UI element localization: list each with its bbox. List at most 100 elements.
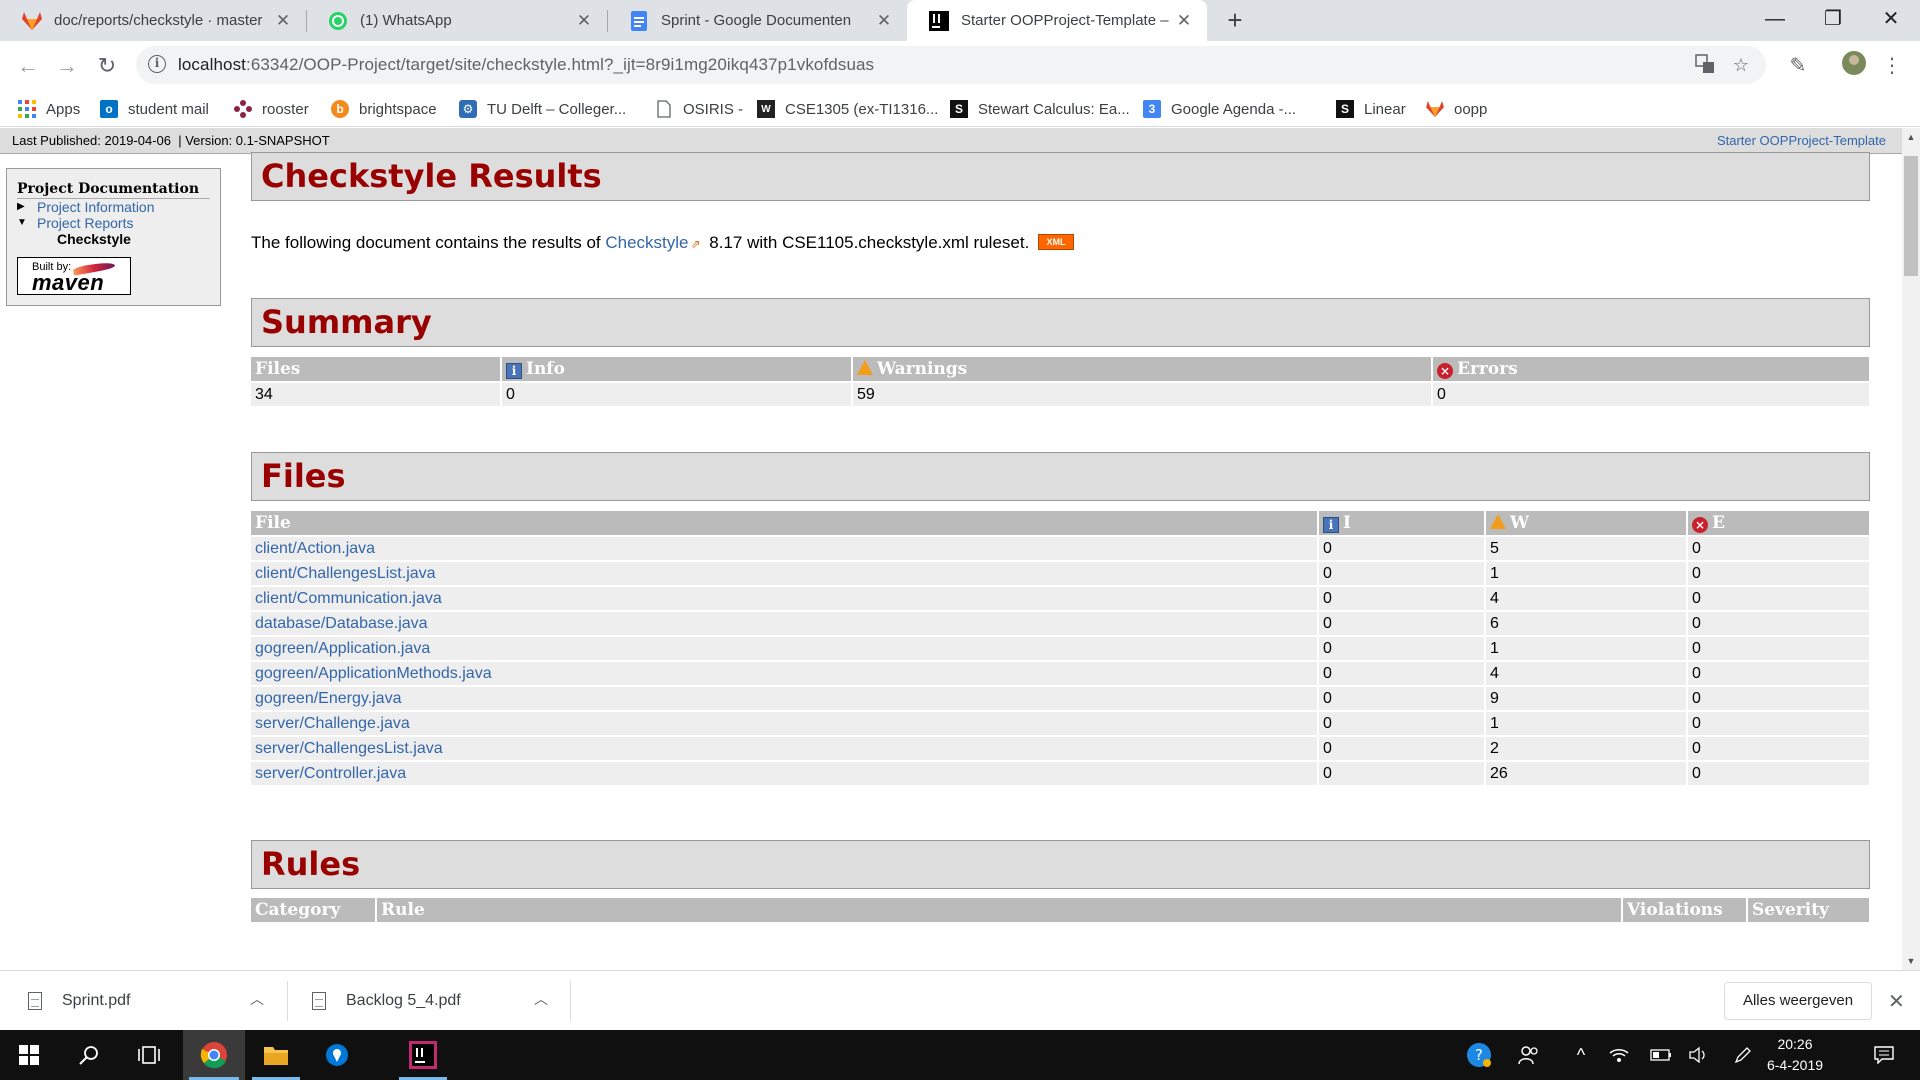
chrome-taskbar-button[interactable] (183, 1030, 245, 1080)
whatsapp-icon (328, 11, 348, 31)
close-icon[interactable]: ✕ (274, 11, 292, 31)
tab-google-docs[interactable]: Sprint - Google Documenten ✕ (607, 0, 907, 41)
scroll-up-icon[interactable]: ▲ (1902, 128, 1920, 146)
brightspace-icon: b (331, 100, 349, 118)
back-button[interactable]: ← (12, 50, 44, 82)
checkstyle-link[interactable]: Checkstyle (605, 233, 688, 252)
file-count-w: 4 (1486, 662, 1686, 685)
file-link[interactable]: database/Database.java (255, 615, 428, 632)
table-row: gogreen/ApplicationMethods.java 0 4 0 (251, 662, 1869, 685)
scroll-down-icon[interactable]: ▼ (1902, 952, 1920, 970)
search-icon[interactable] (60, 1030, 118, 1080)
tab-title: Starter OOPProject-Template – C (961, 12, 1169, 29)
bookmark-tu-delft[interactable]: ⚙ TU Delft – Colleger... (459, 91, 626, 127)
apps-grid-icon (18, 100, 36, 118)
file-link[interactable]: server/Challenge.java (255, 715, 410, 732)
table-row: database/Database.java 0 6 0 (251, 612, 1869, 635)
reload-button[interactable]: ↻ (91, 50, 123, 82)
chevron-up-icon[interactable]: ︿ (250, 989, 264, 1009)
file-count-i: 0 (1319, 537, 1484, 560)
bookmark-oopp[interactable]: oopp (1426, 91, 1487, 127)
nav-item-project-information[interactable]: ▶ Project Information (17, 199, 210, 215)
maximize-button[interactable]: ❐ (1804, 0, 1862, 41)
bookmark-cse1305[interactable]: W CSE1305 (ex-TI1316... (757, 91, 938, 127)
url-text[interactable]: localhost:63342/OOP-Project/target/site/… (178, 55, 874, 75)
file-link[interactable]: gogreen/Application.java (255, 640, 430, 657)
minimize-button[interactable]: — (1746, 0, 1804, 41)
translate-icon[interactable] (1694, 54, 1716, 76)
bookmark-apps[interactable]: Apps (18, 91, 80, 127)
close-icon[interactable]: ✕ (875, 11, 893, 31)
wifi-icon[interactable] (1604, 1030, 1634, 1080)
summary-files-count: 34 (251, 383, 500, 406)
bookmark-brightspace[interactable]: b brightspace (331, 91, 437, 127)
show-all-downloads-button[interactable]: Alles weergeven (1724, 982, 1872, 1020)
pen-icon[interactable] (1728, 1030, 1758, 1080)
page-icon (655, 100, 673, 118)
section-header-checkstyle: Checkstyle Results (251, 152, 1870, 201)
built-by-maven-badge[interactable]: Built by: maven (17, 257, 131, 295)
table-row: server/Challenge.java 0 1 0 (251, 712, 1869, 735)
bookmark-student-mail[interactable]: o student mail (100, 91, 209, 127)
battery-icon[interactable] (1646, 1030, 1676, 1080)
project-home-link[interactable]: Starter OOPProject-Template (1717, 128, 1886, 154)
avatar[interactable] (1838, 50, 1870, 82)
maps-taskbar-button[interactable] (307, 1030, 367, 1080)
download-item[interactable]: Sprint.pdf ︿ (28, 971, 276, 1031)
file-link[interactable]: client/Action.java (255, 540, 375, 557)
extension-icon[interactable]: ✎ (1782, 50, 1814, 82)
close-icon[interactable]: ✕ (575, 11, 593, 31)
notifications-icon[interactable] (1864, 1030, 1904, 1080)
bookmark-osiris[interactable]: OSIRIS - (655, 91, 743, 127)
taskbar-clock[interactable]: 20:26 6-4-2019 (1760, 1034, 1830, 1076)
xml-icon[interactable]: XML (1038, 233, 1075, 250)
bookmark-linear[interactable]: S Linear (1336, 91, 1406, 127)
bookmark-label: oopp (1454, 100, 1488, 118)
bookmark-rooster[interactable]: rooster (234, 91, 309, 127)
close-icon[interactable]: ✕ (1175, 11, 1193, 31)
svg-text:?: ? (1475, 1046, 1483, 1064)
page-scrollbar[interactable]: ▲ ▼ (1902, 128, 1920, 970)
chevron-up-icon[interactable]: ︿ (534, 989, 548, 1009)
task-view-icon[interactable] (120, 1030, 178, 1080)
file-link[interactable]: server/ChallengesList.java (255, 740, 443, 757)
address-bar[interactable]: i localhost:63342/OOP-Project/target/sit… (136, 46, 1766, 84)
close-icon[interactable]: ✕ (1888, 989, 1905, 1014)
tab-active-project[interactable]: Starter OOPProject-Template – C ✕ (907, 0, 1207, 41)
tab-gitlab[interactable]: doc/reports/checkstyle · master · ✕ (0, 0, 306, 41)
scrollbar-thumb[interactable] (1904, 156, 1918, 276)
gitlab-icon (22, 11, 42, 31)
bookmark-label: OSIRIS - (683, 100, 744, 118)
info-icon[interactable]: i (148, 55, 166, 73)
bookmark-label: Linear (1364, 100, 1406, 118)
pdf-file-icon (28, 992, 42, 1010)
new-tab-button[interactable]: + (1220, 6, 1250, 36)
volume-icon[interactable] (1684, 1030, 1714, 1080)
file-link[interactable]: client/ChallengesList.java (255, 565, 436, 582)
file-link[interactable]: server/Controller.java (255, 765, 406, 782)
tab-whatsapp[interactable]: (1) WhatsApp ✕ (306, 0, 607, 41)
file-link[interactable]: gogreen/ApplicationMethods.java (255, 665, 492, 682)
forward-button[interactable]: → (51, 50, 83, 82)
file-link[interactable]: gogreen/Energy.java (255, 690, 401, 707)
file-link[interactable]: client/Communication.java (255, 590, 442, 607)
download-item[interactable]: Backlog 5_4.pdf ︿ (312, 971, 560, 1031)
close-window-button[interactable]: ✕ (1862, 0, 1920, 41)
start-button[interactable] (0, 1030, 58, 1080)
external-link-icon: ⇗ (690, 237, 701, 251)
file-cell: client/Action.java (251, 537, 1317, 560)
nav-link[interactable]: Project Information (37, 199, 155, 215)
nav-link[interactable]: Project Reports (37, 215, 133, 231)
file-count-i: 0 (1319, 762, 1484, 785)
help-icon[interactable]: ? (1462, 1030, 1496, 1080)
menu-icon[interactable]: ⋮ (1876, 50, 1908, 82)
nav-item-project-reports[interactable]: ▼ Project Reports (17, 215, 210, 231)
chevron-up-icon[interactable]: ^ (1566, 1030, 1596, 1080)
file-explorer-taskbar-button[interactable] (246, 1030, 306, 1080)
bookmark-google-agenda[interactable]: 3 Google Agenda -... (1143, 91, 1296, 127)
google-calendar-icon: 3 (1143, 100, 1161, 118)
intellij-taskbar-button[interactable] (393, 1030, 453, 1080)
people-icon[interactable] (1512, 1030, 1546, 1080)
bookmark-star-icon[interactable]: ☆ (1730, 54, 1752, 76)
bookmark-stewart[interactable]: S Stewart Calculus: Ea... (950, 91, 1130, 127)
